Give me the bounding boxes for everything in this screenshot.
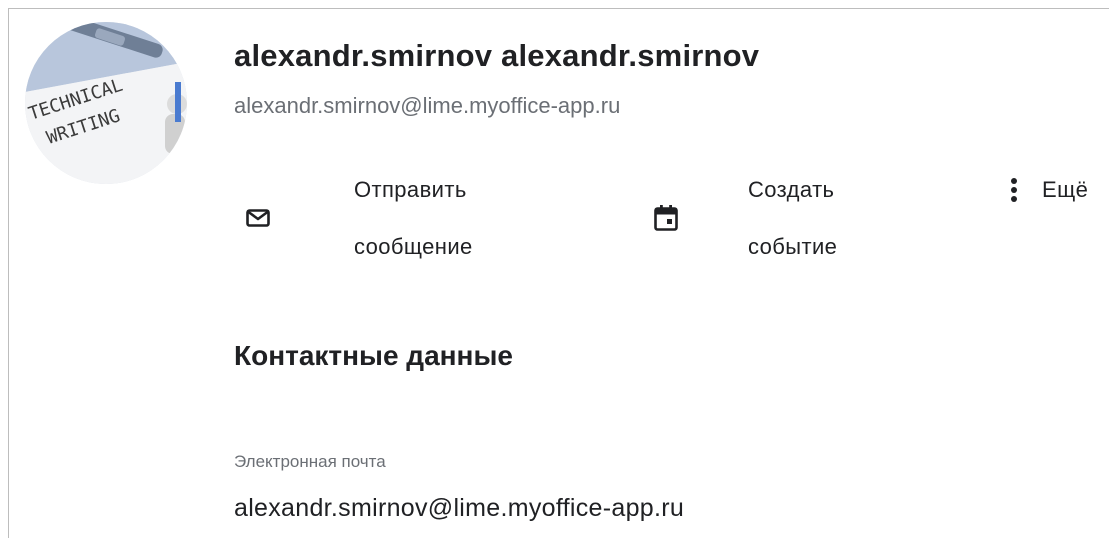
email-field-label: Электронная почта (234, 452, 386, 471)
create-event-label: Создать событие (748, 177, 838, 259)
avatar: TECHNICAL WRITING (25, 22, 187, 184)
contact-email-subtitle: alexandr.smirnov@lime.myoffice-app.ru (234, 93, 621, 118)
create-event-button[interactable]: Создать событие (650, 161, 837, 275)
more-vertical-icon (1004, 170, 1024, 210)
contact-name: alexandr.smirnov alexandr.smirnov (234, 38, 760, 73)
send-message-button[interactable]: Отправить сообщение (238, 161, 473, 275)
contact-details-title: Контактные данные (234, 340, 513, 371)
send-message-label: Отправить сообщение (354, 177, 473, 259)
email-field-value[interactable]: alexandr.smirnov@lime.myoffice-app.ru (234, 494, 684, 523)
more-label: Ещё (1042, 177, 1089, 202)
mail-icon (238, 198, 278, 238)
calendar-icon (650, 198, 682, 238)
more-button[interactable]: Ещё (1004, 170, 1088, 210)
avatar-image: TECHNICAL WRITING (25, 22, 187, 184)
